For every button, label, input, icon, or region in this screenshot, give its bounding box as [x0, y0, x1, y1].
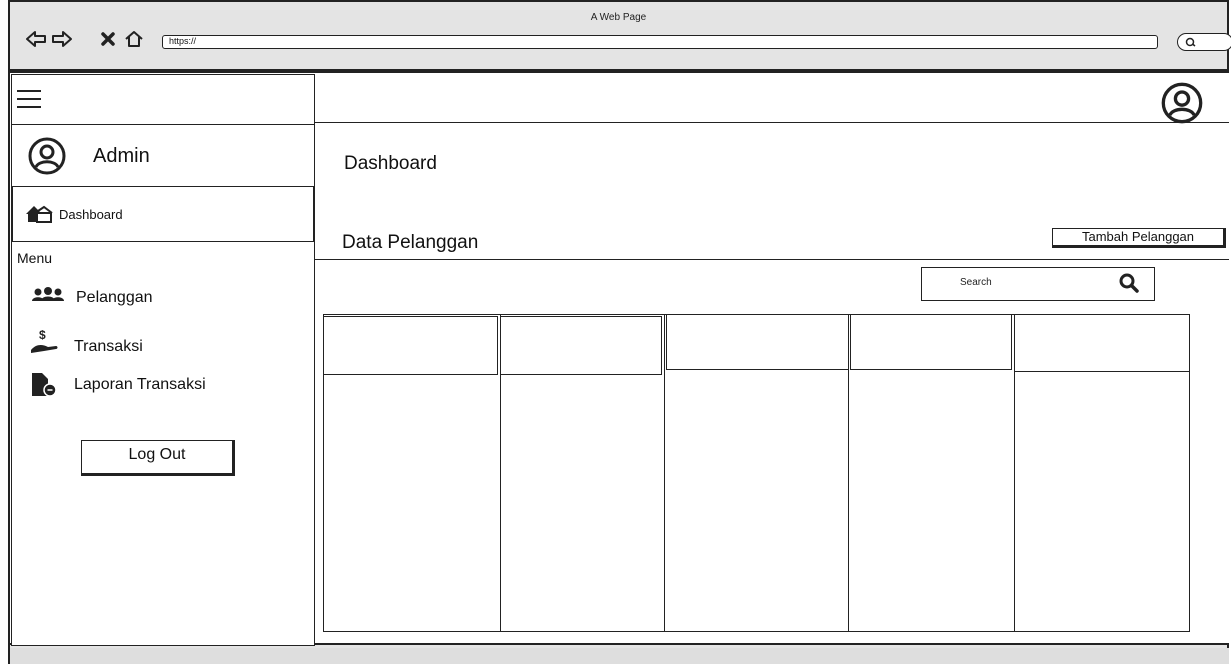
table-header-cell [500, 316, 662, 375]
sidebar-item-laporan-transaksi[interactable]: Laporan Transaksi [30, 372, 206, 398]
hand-dollar-icon: $ [31, 328, 58, 353]
house-icon [26, 205, 53, 223]
close-icon[interactable] [96, 28, 120, 50]
user-circle-icon [28, 137, 66, 175]
browser-search-pill[interactable] [1177, 33, 1231, 51]
status-bar [10, 648, 1229, 664]
sidebar-item-label: Pelanggan [76, 289, 153, 306]
page-title: Dashboard [344, 153, 437, 174]
menu-heading: Menu [17, 250, 53, 266]
search-icon[interactable] [1118, 272, 1140, 299]
sidebar-item-dashboard[interactable]: Dashboard [12, 186, 314, 242]
browser-title: A Web Page [590, 12, 647, 23]
add-customer-button[interactable]: Tambah Pelanggan [1052, 228, 1226, 248]
sidebar-item-label: Dashboard [59, 206, 123, 222]
users-icon [32, 287, 64, 301]
user-name: Admin [93, 144, 150, 167]
menu-icon[interactable] [17, 90, 41, 112]
account-icon[interactable] [1160, 81, 1204, 130]
forward-icon[interactable] [50, 28, 74, 50]
sidebar-divider [11, 124, 315, 125]
url-bar[interactable]: https:// [162, 35, 1158, 49]
sidebar-item-pelanggan[interactable]: Pelanggan [30, 287, 153, 309]
svg-text:$: $ [39, 328, 46, 342]
section-divider [315, 259, 1229, 260]
search-icon [1185, 37, 1196, 47]
sidebar-item-label: Laporan Transaksi [74, 376, 206, 393]
sidebar-user: Admin [27, 136, 150, 176]
home-icon[interactable] [122, 28, 146, 50]
file-report-icon [32, 373, 57, 397]
sidebar-item-label: Transaksi [74, 338, 143, 355]
table-header-cell [1014, 314, 1190, 372]
back-icon[interactable] [24, 28, 48, 50]
table-header-cell [323, 316, 498, 375]
table-header-cell [850, 314, 1012, 370]
section-title: Data Pelanggan [342, 232, 479, 253]
header-divider [315, 122, 1229, 123]
search-placeholder: Search [960, 277, 992, 288]
sidebar-item-transaksi[interactable]: $ Transaksi [30, 328, 143, 358]
logout-button[interactable]: Log Out [81, 440, 235, 476]
table-header-cell [666, 314, 849, 370]
